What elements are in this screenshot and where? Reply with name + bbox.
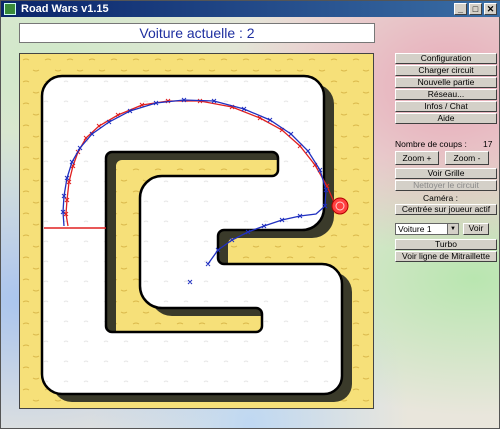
moves-count-label: Nombre de coups : <box>395 139 467 149</box>
car-select-value: Voiture 1 <box>398 224 432 234</box>
new-game-button[interactable]: Nouvelle partie <box>395 77 497 88</box>
camera-mode-button[interactable]: Centrée sur joueur actif <box>395 204 497 215</box>
car-marker-icon[interactable] <box>331 197 349 215</box>
maximize-icon[interactable]: □ <box>469 3 482 15</box>
moves-count-value: 17 <box>483 139 493 149</box>
car-select-dropdown[interactable]: Voiture 1 ▼ <box>395 223 459 235</box>
road-wars-app-icon <box>4 3 16 15</box>
turbo-button[interactable]: Turbo <box>395 239 497 250</box>
help-button[interactable]: Aide <box>395 113 497 124</box>
machine-gun-line-button[interactable]: Voir ligne de Mitraillette <box>395 251 497 262</box>
zoom-out-button[interactable]: Zoom - <box>445 151 489 165</box>
camera-label: Caméra : <box>423 193 458 203</box>
close-icon[interactable]: ✕ <box>484 3 497 15</box>
configuration-button[interactable]: Configuration <box>395 53 497 64</box>
title-bar: Road Wars v1.15 _ □ ✕ <box>1 1 500 17</box>
window-title: Road Wars v1.15 <box>21 3 109 15</box>
load-track-button[interactable]: Charger circuit <box>395 65 497 76</box>
minimize-icon[interactable]: _ <box>454 3 467 15</box>
view-car-button[interactable]: Voir <box>463 223 489 235</box>
race-track-drawing[interactable] <box>20 54 373 408</box>
dropdown-arrow-icon[interactable]: ▼ <box>447 224 458 234</box>
window-controls: _ □ ✕ <box>454 3 497 15</box>
show-grid-button[interactable]: Voir Grille <box>395 168 497 179</box>
app-window: Road Wars v1.15 _ □ ✕ Voiture actuelle :… <box>0 0 500 429</box>
info-chat-button[interactable]: Infos / Chat <box>395 101 497 112</box>
race-track-canvas[interactable] <box>19 53 374 409</box>
network-button[interactable]: Réseau... <box>395 89 497 100</box>
clear-track-button[interactable]: Nettoyer le circuit <box>395 180 497 191</box>
current-car-banner: Voiture actuelle : 2 <box>19 23 375 43</box>
zoom-in-button[interactable]: Zoom + <box>395 151 439 165</box>
